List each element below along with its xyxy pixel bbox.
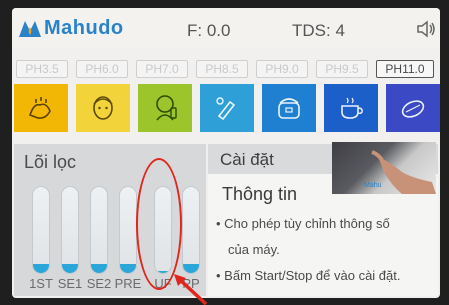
settings-photo: Mahu: [332, 142, 436, 194]
ph-button-9-5[interactable]: PH9.5: [316, 60, 368, 78]
tile-rice-cooker[interactable]: [262, 84, 316, 132]
hand-touch-photo-icon: [371, 150, 436, 194]
info-line-2: của máy.: [228, 242, 280, 257]
tile-hand-wash[interactable]: [14, 84, 68, 132]
ph-button-6-0[interactable]: PH6.0: [76, 60, 128, 78]
medicine-icon: [216, 97, 236, 121]
ph-button-11-0[interactable]: PH11.0: [376, 60, 434, 78]
ph-button-7-0[interactable]: PH7.0: [136, 60, 188, 78]
filter-gauge-se1: [61, 186, 79, 274]
brand-name: Mahudo: [44, 16, 124, 39]
photo-brand-text: Mahu: [364, 182, 382, 189]
device-screen: Mahudo F: 0.0 TDS: 4 PH3.5 PH6.0 PH7.0 P…: [12, 8, 440, 298]
filter-gauge-se2: [90, 186, 108, 274]
filter-gauge-pre: [119, 186, 137, 274]
tile-baby[interactable]: [138, 84, 192, 132]
rice-cooker-icon: [278, 98, 300, 119]
annotation-circle: [136, 158, 182, 290]
info-line-1: • Cho phép tùy chỉnh thông số: [216, 216, 390, 231]
brand-logo: Mahudo: [18, 15, 124, 41]
tds-readout: TDS: 4: [292, 21, 345, 40]
tile-tea[interactable]: [324, 84, 378, 132]
tile-vegetables[interactable]: [386, 84, 440, 132]
settings-title: Cài đặt: [220, 150, 274, 169]
info-title: Thông tin: [222, 184, 298, 204]
usage-mode-tiles: [14, 84, 440, 132]
face-care-icon: [93, 96, 113, 120]
tea-cup-icon: [341, 97, 363, 119]
ph-selector: PH3.5 PH6.0 PH7.0 PH8.5 PH9.0 PH9.5 PH11…: [16, 60, 436, 80]
filter-label-pre: PRE: [114, 276, 142, 291]
ph-button-3-5[interactable]: PH3.5: [16, 60, 68, 78]
filter-gauge-1st: [32, 186, 50, 274]
annotation-arrow-icon: [174, 274, 208, 305]
filter-panel-title: Lõi lọc: [24, 152, 77, 172]
header-bar: Mahudo F: 0.0 TDS: 4: [12, 8, 440, 48]
brand-mark-icon: [19, 21, 41, 37]
tile-medicine[interactable]: [200, 84, 254, 132]
ph-button-8-5[interactable]: PH8.5: [196, 60, 248, 78]
settings-panel[interactable]: Cài đặt Mahu Thông tin • Cho phép tùy ch…: [208, 142, 438, 296]
baby-icon: [156, 95, 177, 121]
tile-face-care[interactable]: [76, 84, 130, 132]
speaker-icon[interactable]: [416, 20, 436, 38]
vegetables-icon: [401, 100, 425, 118]
info-line-3: • Bấm Start/Stop để vào cài đặt.: [216, 268, 401, 283]
flow-readout: F: 0.0: [187, 21, 231, 40]
hand-wash-icon: [28, 97, 51, 119]
ph-button-9-0[interactable]: PH9.0: [256, 60, 308, 78]
filter-gauge-pp: [182, 186, 200, 274]
